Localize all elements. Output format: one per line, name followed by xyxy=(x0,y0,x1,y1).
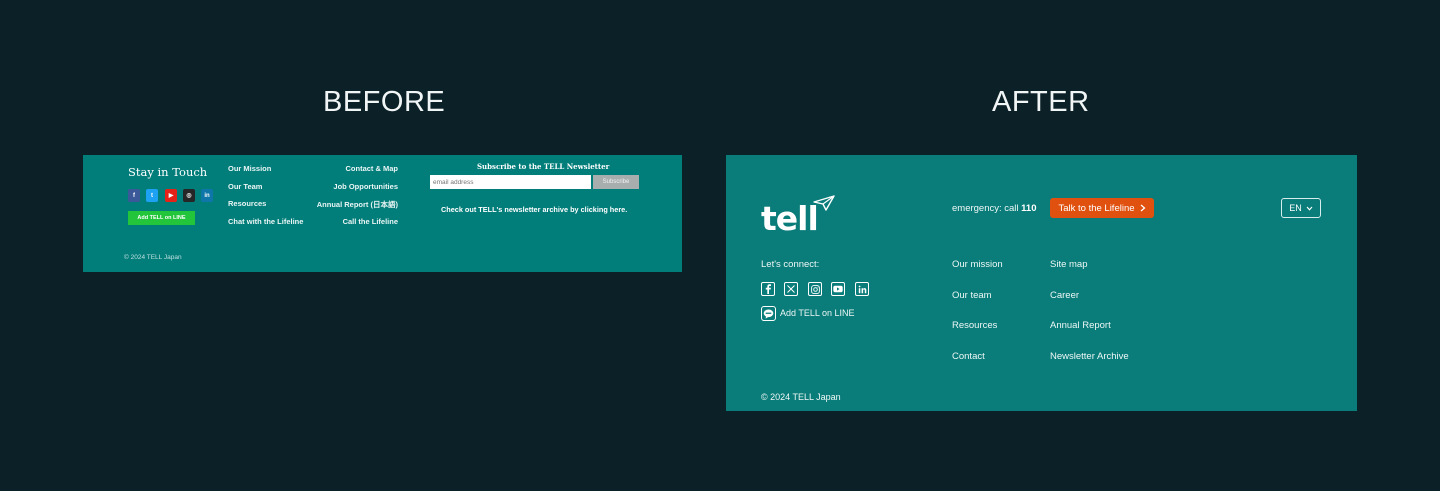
x-icon[interactable] xyxy=(784,282,798,296)
subscribe-button[interactable]: Subscribe xyxy=(593,175,639,189)
instagram-icon[interactable]: ◎ xyxy=(183,189,195,202)
facebook-icon[interactable] xyxy=(761,282,775,296)
stay-in-touch-title: Stay in Touch xyxy=(128,165,208,179)
add-tell-on-line-button[interactable]: Add TELL on LINE xyxy=(128,211,195,225)
chevron-right-icon xyxy=(1140,204,1146,212)
link-resources[interactable]: Resources xyxy=(228,199,266,208)
lets-connect-label: Let's connect: xyxy=(761,259,820,270)
link-chat-lifeline[interactable]: Chat with the Lifeline xyxy=(228,217,303,226)
link-career[interactable]: Career xyxy=(1050,290,1079,301)
before-heading: BEFORE xyxy=(323,86,446,118)
line-icon[interactable] xyxy=(761,306,776,321)
link-annual-report[interactable]: Annual Report (日本語) xyxy=(317,199,398,210)
twitter-icon[interactable]: t xyxy=(146,189,158,202)
link-annual-report[interactable]: Annual Report xyxy=(1050,320,1111,331)
link-our-team[interactable]: Our Team xyxy=(228,182,262,191)
chevron-down-icon xyxy=(1306,206,1313,211)
emergency-label: emergency: call xyxy=(952,203,1019,214)
language-label: EN xyxy=(1289,203,1302,213)
language-select[interactable]: EN xyxy=(1281,198,1321,218)
emergency-number: 110 xyxy=(1021,203,1037,214)
after-footer: tell emergency: call 110 Talk to the Lif… xyxy=(726,155,1357,411)
before-copyright: © 2024 TELL Japan xyxy=(124,254,182,261)
newsletter-title: Subscribe to the TELL Newsletter xyxy=(477,162,610,171)
youtube-icon[interactable] xyxy=(831,282,845,296)
newsletter-email-input[interactable] xyxy=(430,175,591,189)
paper-plane-icon xyxy=(813,195,835,211)
link-contact-map[interactable]: Contact & Map xyxy=(346,164,399,173)
linkedin-icon[interactable]: in xyxy=(201,189,213,202)
link-our-team[interactable]: Our team xyxy=(952,290,992,301)
tell-logo-text: tell xyxy=(761,199,819,238)
emergency-call: emergency: call 110 xyxy=(952,203,1037,214)
link-newsletter-archive[interactable]: Newsletter Archive xyxy=(1050,351,1129,362)
link-contact[interactable]: Contact xyxy=(952,351,985,362)
after-copyright: © 2024 TELL Japan xyxy=(761,392,841,402)
linkedin-icon[interactable] xyxy=(855,282,869,296)
link-call-lifeline[interactable]: Call the Lifeline xyxy=(343,217,398,226)
link-our-mission[interactable]: Our mission xyxy=(952,259,1003,270)
talk-to-lifeline-button[interactable]: Talk to the Lifeline xyxy=(1050,198,1154,218)
link-job-opportunities[interactable]: Job Opportunities xyxy=(333,182,398,191)
facebook-icon[interactable]: f xyxy=(128,189,140,202)
link-site-map[interactable]: Site map xyxy=(1050,259,1088,270)
youtube-icon[interactable]: ▶ xyxy=(165,189,177,202)
link-our-mission[interactable]: Our Mission xyxy=(228,164,271,173)
add-tell-on-line-link[interactable]: Add TELL on LINE xyxy=(780,308,855,318)
instagram-icon[interactable] xyxy=(808,282,822,296)
after-heading: AFTER xyxy=(992,86,1090,118)
link-resources[interactable]: Resources xyxy=(952,320,997,331)
talk-to-lifeline-label: Talk to the Lifeline xyxy=(1058,202,1135,214)
before-footer: Stay in Touch f t ▶ ◎ in Add TELL on LIN… xyxy=(83,155,682,272)
newsletter-archive-link[interactable]: Check out TELL's newsletter archive by c… xyxy=(441,205,627,214)
tell-logo[interactable]: tell xyxy=(761,195,841,238)
